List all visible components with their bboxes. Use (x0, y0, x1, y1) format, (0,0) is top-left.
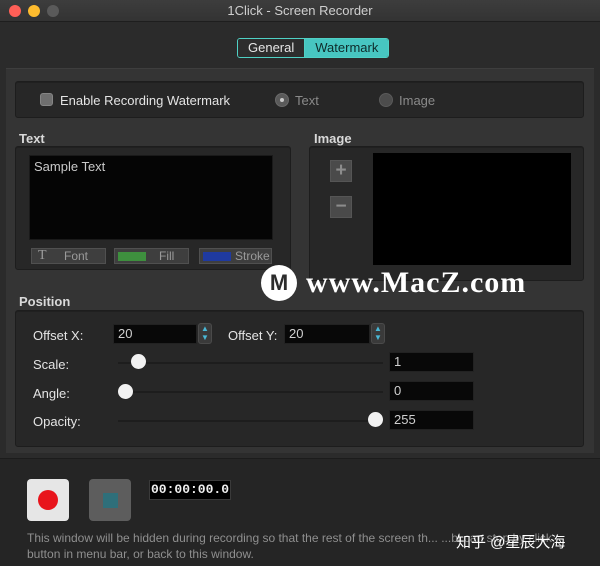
opacity-input[interactable]: 255 (389, 410, 474, 430)
offset-x-label: Offset X: (33, 328, 84, 343)
chevron-up-icon: ▲ (374, 324, 382, 333)
opacity-slider-knob[interactable] (368, 412, 383, 427)
recording-timer: 00:00:00.0 (149, 480, 231, 500)
font-icon: T (38, 248, 47, 263)
font-button-label: Font (64, 249, 89, 263)
source-credit-watermark: 知乎 @星辰大海 (456, 534, 566, 551)
fill-color-swatch (118, 252, 146, 261)
angle-label: Angle: (33, 386, 70, 401)
fill-color-button[interactable]: Fill (114, 248, 189, 264)
record-button[interactable] (27, 479, 69, 521)
opacity-label: Opacity: (33, 414, 81, 429)
angle-input[interactable]: 0 (389, 381, 474, 401)
offset-y-label: Offset Y: (228, 328, 278, 343)
scale-input[interactable]: 1 (389, 352, 474, 372)
enable-watermark-checkbox[interactable] (40, 93, 53, 106)
text-section-title: Text (19, 131, 45, 146)
scale-label: Scale: (33, 357, 70, 372)
watermark-type-image-label[interactable]: Image (399, 93, 435, 108)
chevron-down-icon: ▼ (201, 333, 209, 342)
watermark-type-text-label[interactable]: Text (295, 93, 319, 108)
chevron-down-icon: ▼ (374, 333, 382, 342)
watermark-type-text-radio[interactable] (275, 93, 289, 107)
image-section-title: Image (314, 131, 352, 146)
offset-x-input[interactable]: 20 (113, 324, 197, 344)
font-button[interactable]: T Font (31, 248, 106, 264)
image-preview (373, 153, 571, 265)
opacity-slider-track[interactable] (118, 420, 383, 422)
angle-slider-track[interactable] (118, 391, 383, 393)
record-icon (38, 490, 58, 510)
macz-logo-icon: M (261, 265, 297, 301)
chevron-up-icon: ▲ (201, 324, 209, 333)
stroke-button-label: Stroke (235, 249, 270, 263)
offset-y-stepper[interactable]: ▲ ▼ (371, 323, 385, 344)
fill-button-label: Fill (159, 249, 175, 263)
watermark-text-input[interactable]: Sample Text (29, 155, 273, 240)
add-image-button[interactable]: + (330, 160, 352, 182)
offset-y-input[interactable]: 20 (284, 324, 370, 344)
stop-icon (103, 493, 118, 508)
site-watermark-text: www.MacZ.com (306, 266, 527, 299)
enable-watermark-label[interactable]: Enable Recording Watermark (60, 93, 230, 108)
stroke-color-swatch (203, 252, 231, 261)
window-title: 1Click - Screen Recorder (227, 3, 373, 18)
tab-bar: General Watermark (237, 38, 390, 58)
position-section-title: Position (19, 294, 71, 309)
stop-button[interactable] (89, 479, 131, 521)
scale-slider-knob[interactable] (130, 354, 146, 369)
angle-slider-knob[interactable] (118, 384, 133, 399)
tab-watermark[interactable]: Watermark (304, 39, 389, 57)
watermark-type-image-radio[interactable] (379, 93, 393, 107)
tab-general[interactable]: General (238, 39, 305, 57)
scale-slider-track[interactable] (118, 362, 383, 364)
stroke-color-button[interactable]: Stroke (199, 248, 272, 264)
offset-x-stepper[interactable]: ▲ ▼ (198, 323, 212, 344)
remove-image-button[interactable]: − (330, 196, 352, 218)
